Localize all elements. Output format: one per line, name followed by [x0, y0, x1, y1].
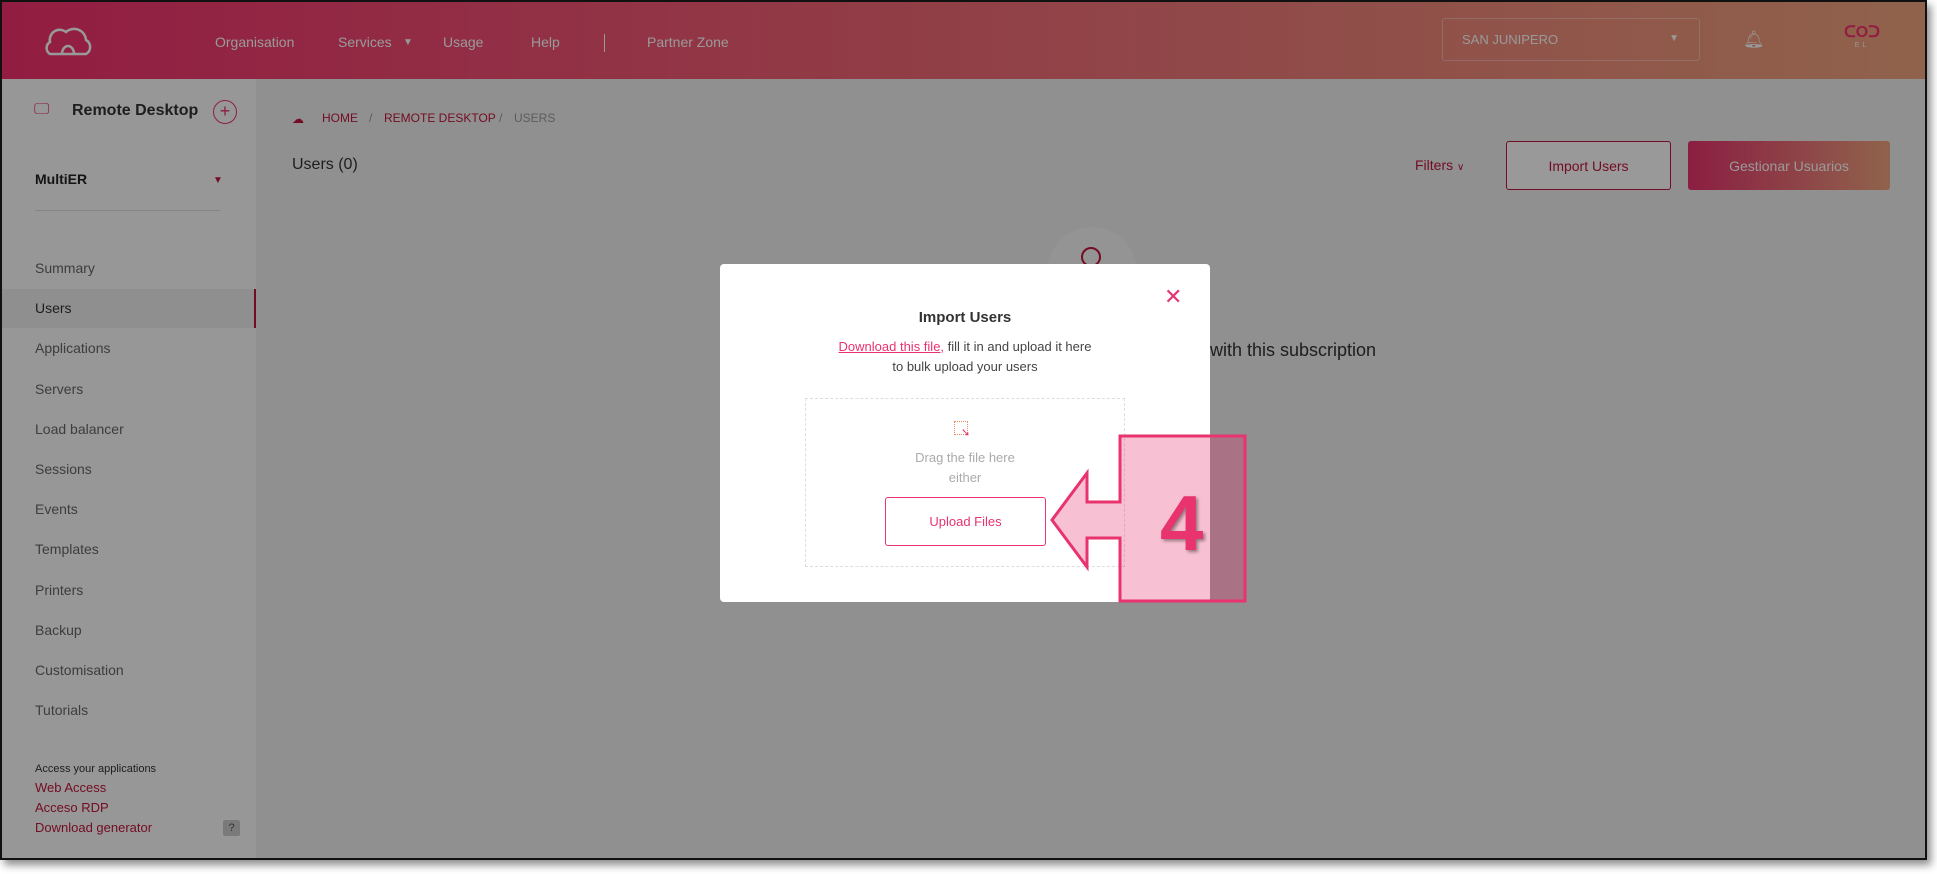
- download-template-link[interactable]: Download this file,: [839, 339, 945, 354]
- step-annotation-arrow: [1050, 434, 1247, 603]
- modal-description-2: to bulk upload your users: [892, 359, 1038, 374]
- modal-title: Import Users: [918, 309, 1012, 326]
- close-icon[interactable]: ✕: [1164, 284, 1182, 310]
- drag-drop-icon: ➘: [954, 421, 970, 439]
- modal-description: fill it in and upload it here: [944, 339, 1092, 354]
- upload-files-button[interactable]: Upload Files: [885, 497, 1046, 546]
- app-window: Organisation Services ▼ Usage Help Partn…: [0, 0, 1927, 860]
- step-number: 4: [1160, 479, 1204, 567]
